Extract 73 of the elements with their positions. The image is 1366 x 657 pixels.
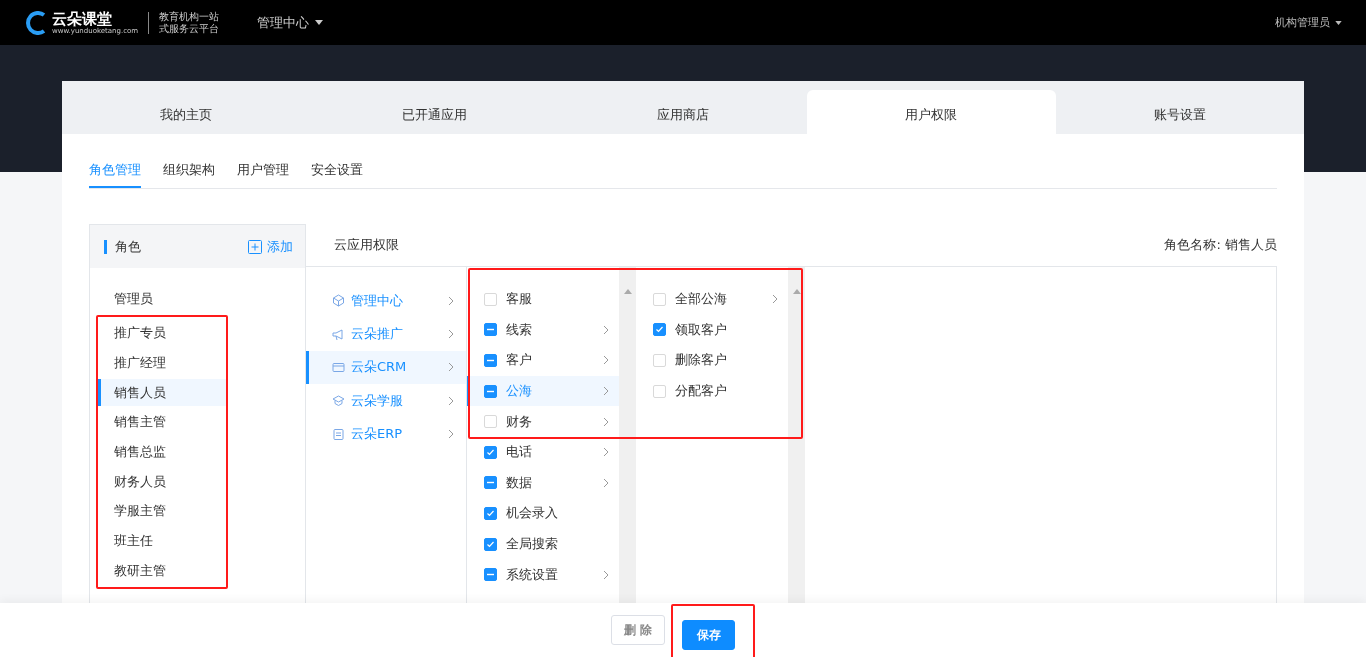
slogan-line: 教育机构一站	[159, 10, 220, 23]
role-panel-title: 角色	[115, 237, 142, 256]
checkbox[interactable]	[484, 445, 497, 459]
card-icon	[332, 360, 345, 374]
role-name-label: 角色名称: 销售人员	[1164, 236, 1277, 254]
user-menu[interactable]: 机构管理员	[1275, 15, 1342, 30]
checkbox[interactable]	[484, 384, 497, 398]
check-icon	[486, 447, 495, 457]
role-item[interactable]: 销售人员	[98, 379, 226, 407]
main-tab[interactable]: 账号设置	[1055, 90, 1305, 134]
action-item[interactable]: 分配客户	[636, 375, 788, 407]
logo-name: 云朵课堂	[52, 10, 112, 27]
scroll-up-icon[interactable]	[792, 289, 801, 294]
check-icon	[486, 508, 495, 518]
sub-tab[interactable]: 用户管理	[237, 161, 289, 188]
checkbox[interactable]	[484, 568, 497, 582]
dash-icon	[486, 573, 495, 577]
checkbox[interactable]	[484, 537, 497, 551]
caret-icon	[1335, 20, 1342, 25]
module-item[interactable]: 数据	[467, 467, 619, 499]
permissions-title: 云应用权限	[334, 236, 399, 254]
chevron-right-icon	[448, 295, 454, 306]
role-item[interactable]: 财务人员	[98, 468, 226, 496]
role-item[interactable]: 销售总监	[98, 438, 226, 466]
role-item[interactable]: 管理员	[90, 285, 305, 313]
role-item[interactable]: 教研主管	[98, 557, 226, 585]
chevron-right-icon	[448, 362, 454, 373]
checkbox[interactable]	[484, 354, 497, 367]
check-icon	[655, 325, 664, 335]
main-tab[interactable]: 用户权限	[807, 90, 1056, 134]
scroll-up-icon[interactable]	[623, 289, 632, 294]
delete-button[interactable]: 删 除	[611, 615, 665, 645]
caret-icon	[315, 20, 324, 25]
megaphone-icon	[332, 327, 345, 341]
action-item[interactable]: 全部公海	[636, 284, 788, 315]
module-item[interactable]: 财务	[467, 406, 619, 437]
chevron-right-icon	[448, 429, 454, 440]
role-item[interactable]: 学服主管	[98, 497, 226, 525]
chevron-right-icon	[448, 329, 454, 340]
dash-icon	[486, 389, 495, 393]
action-item[interactable]: 领取客户	[636, 314, 788, 346]
module-item[interactable]: 电话	[467, 436, 619, 468]
slogan-line: 式服务云平台	[159, 22, 220, 35]
sub-tab[interactable]: 安全设置	[311, 161, 363, 188]
module-item[interactable]: 机会录入	[467, 498, 619, 529]
module-item[interactable]: 线索	[467, 314, 619, 346]
chevron-right-icon	[448, 395, 454, 406]
graduation-cap-icon	[332, 394, 345, 408]
module-item[interactable]: 全局搜索	[467, 528, 619, 560]
main-tab[interactable]: 已开通应用	[310, 90, 559, 134]
checkbox[interactable]	[484, 323, 497, 337]
checkbox[interactable]	[484, 506, 497, 520]
document-icon	[332, 427, 345, 441]
module-item[interactable]: 系统设置	[467, 559, 619, 590]
cube-icon	[332, 294, 345, 308]
role-item[interactable]: 销售主管	[98, 408, 226, 436]
dash-icon	[486, 481, 495, 485]
top-menu[interactable]: 管理中心	[257, 13, 324, 32]
module-item[interactable]: 客服	[467, 284, 619, 315]
sub-tab[interactable]: 组织架构	[163, 161, 215, 188]
checkbox[interactable]	[653, 323, 666, 337]
dash-icon	[486, 328, 495, 332]
checkbox[interactable]	[484, 476, 497, 490]
main-tab[interactable]: 应用商店	[558, 90, 808, 134]
role-item[interactable]: 班主任	[98, 527, 226, 555]
role-item[interactable]: 推广专员	[98, 319, 226, 347]
module-item[interactable]: 客户	[467, 345, 619, 376]
plus-icon	[248, 239, 262, 254]
action-item[interactable]: 删除客户	[636, 345, 788, 376]
main-tab[interactable]: 我的主页	[62, 90, 311, 134]
check-icon	[486, 539, 495, 549]
dash-icon	[486, 359, 495, 362]
role-item[interactable]: 推广经理	[98, 349, 226, 377]
